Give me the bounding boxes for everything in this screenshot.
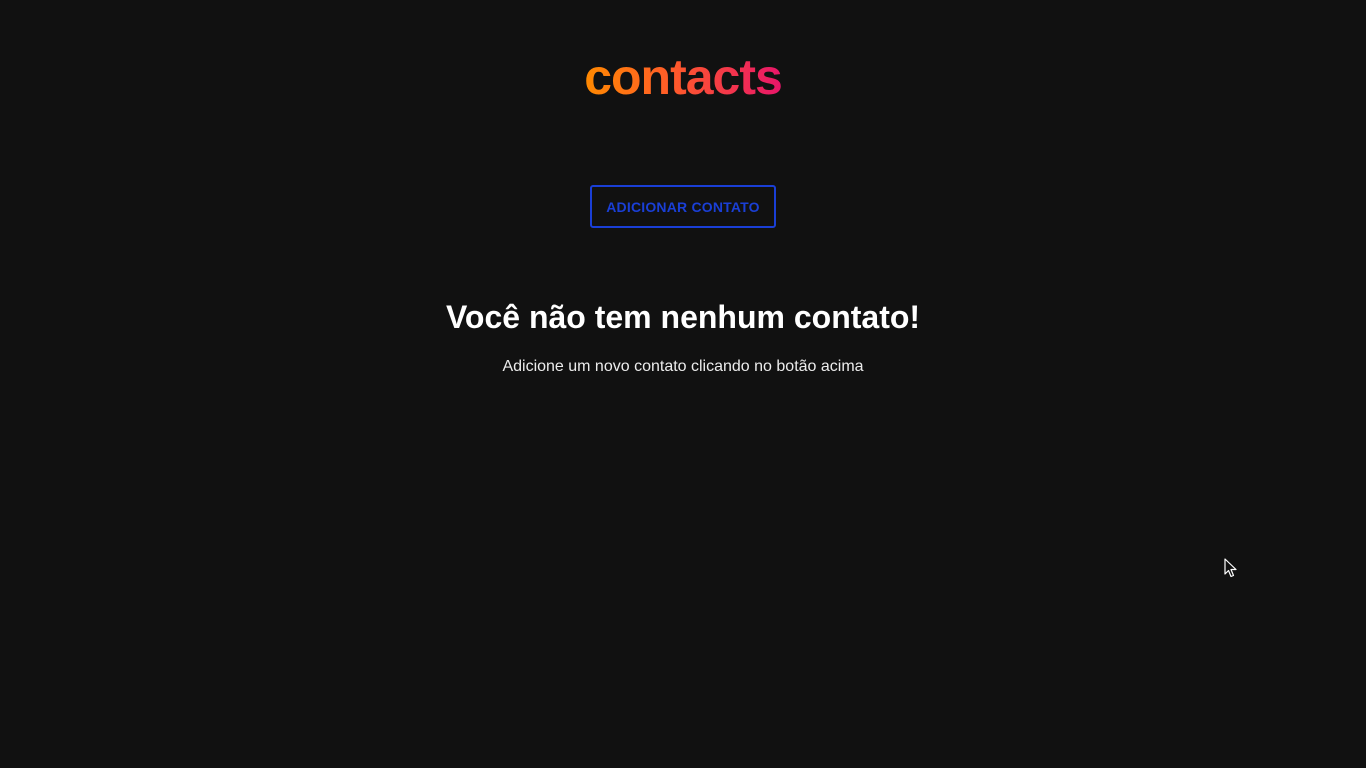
add-contact-button[interactable]: ADICIONAR CONTATO — [590, 185, 776, 228]
logo-text: contacts — [584, 49, 783, 105]
empty-state-title: Você não tem nenhum contato! — [445, 299, 921, 335]
app-page: contacts ADICIONAR CONTATO Você não tem … — [0, 0, 1366, 768]
arrow-cursor-icon — [1224, 558, 1237, 578]
empty-state-subtitle: Adicione um novo contato clicando no bot… — [502, 358, 864, 375]
app-logo: contacts — [0, 46, 1366, 108]
